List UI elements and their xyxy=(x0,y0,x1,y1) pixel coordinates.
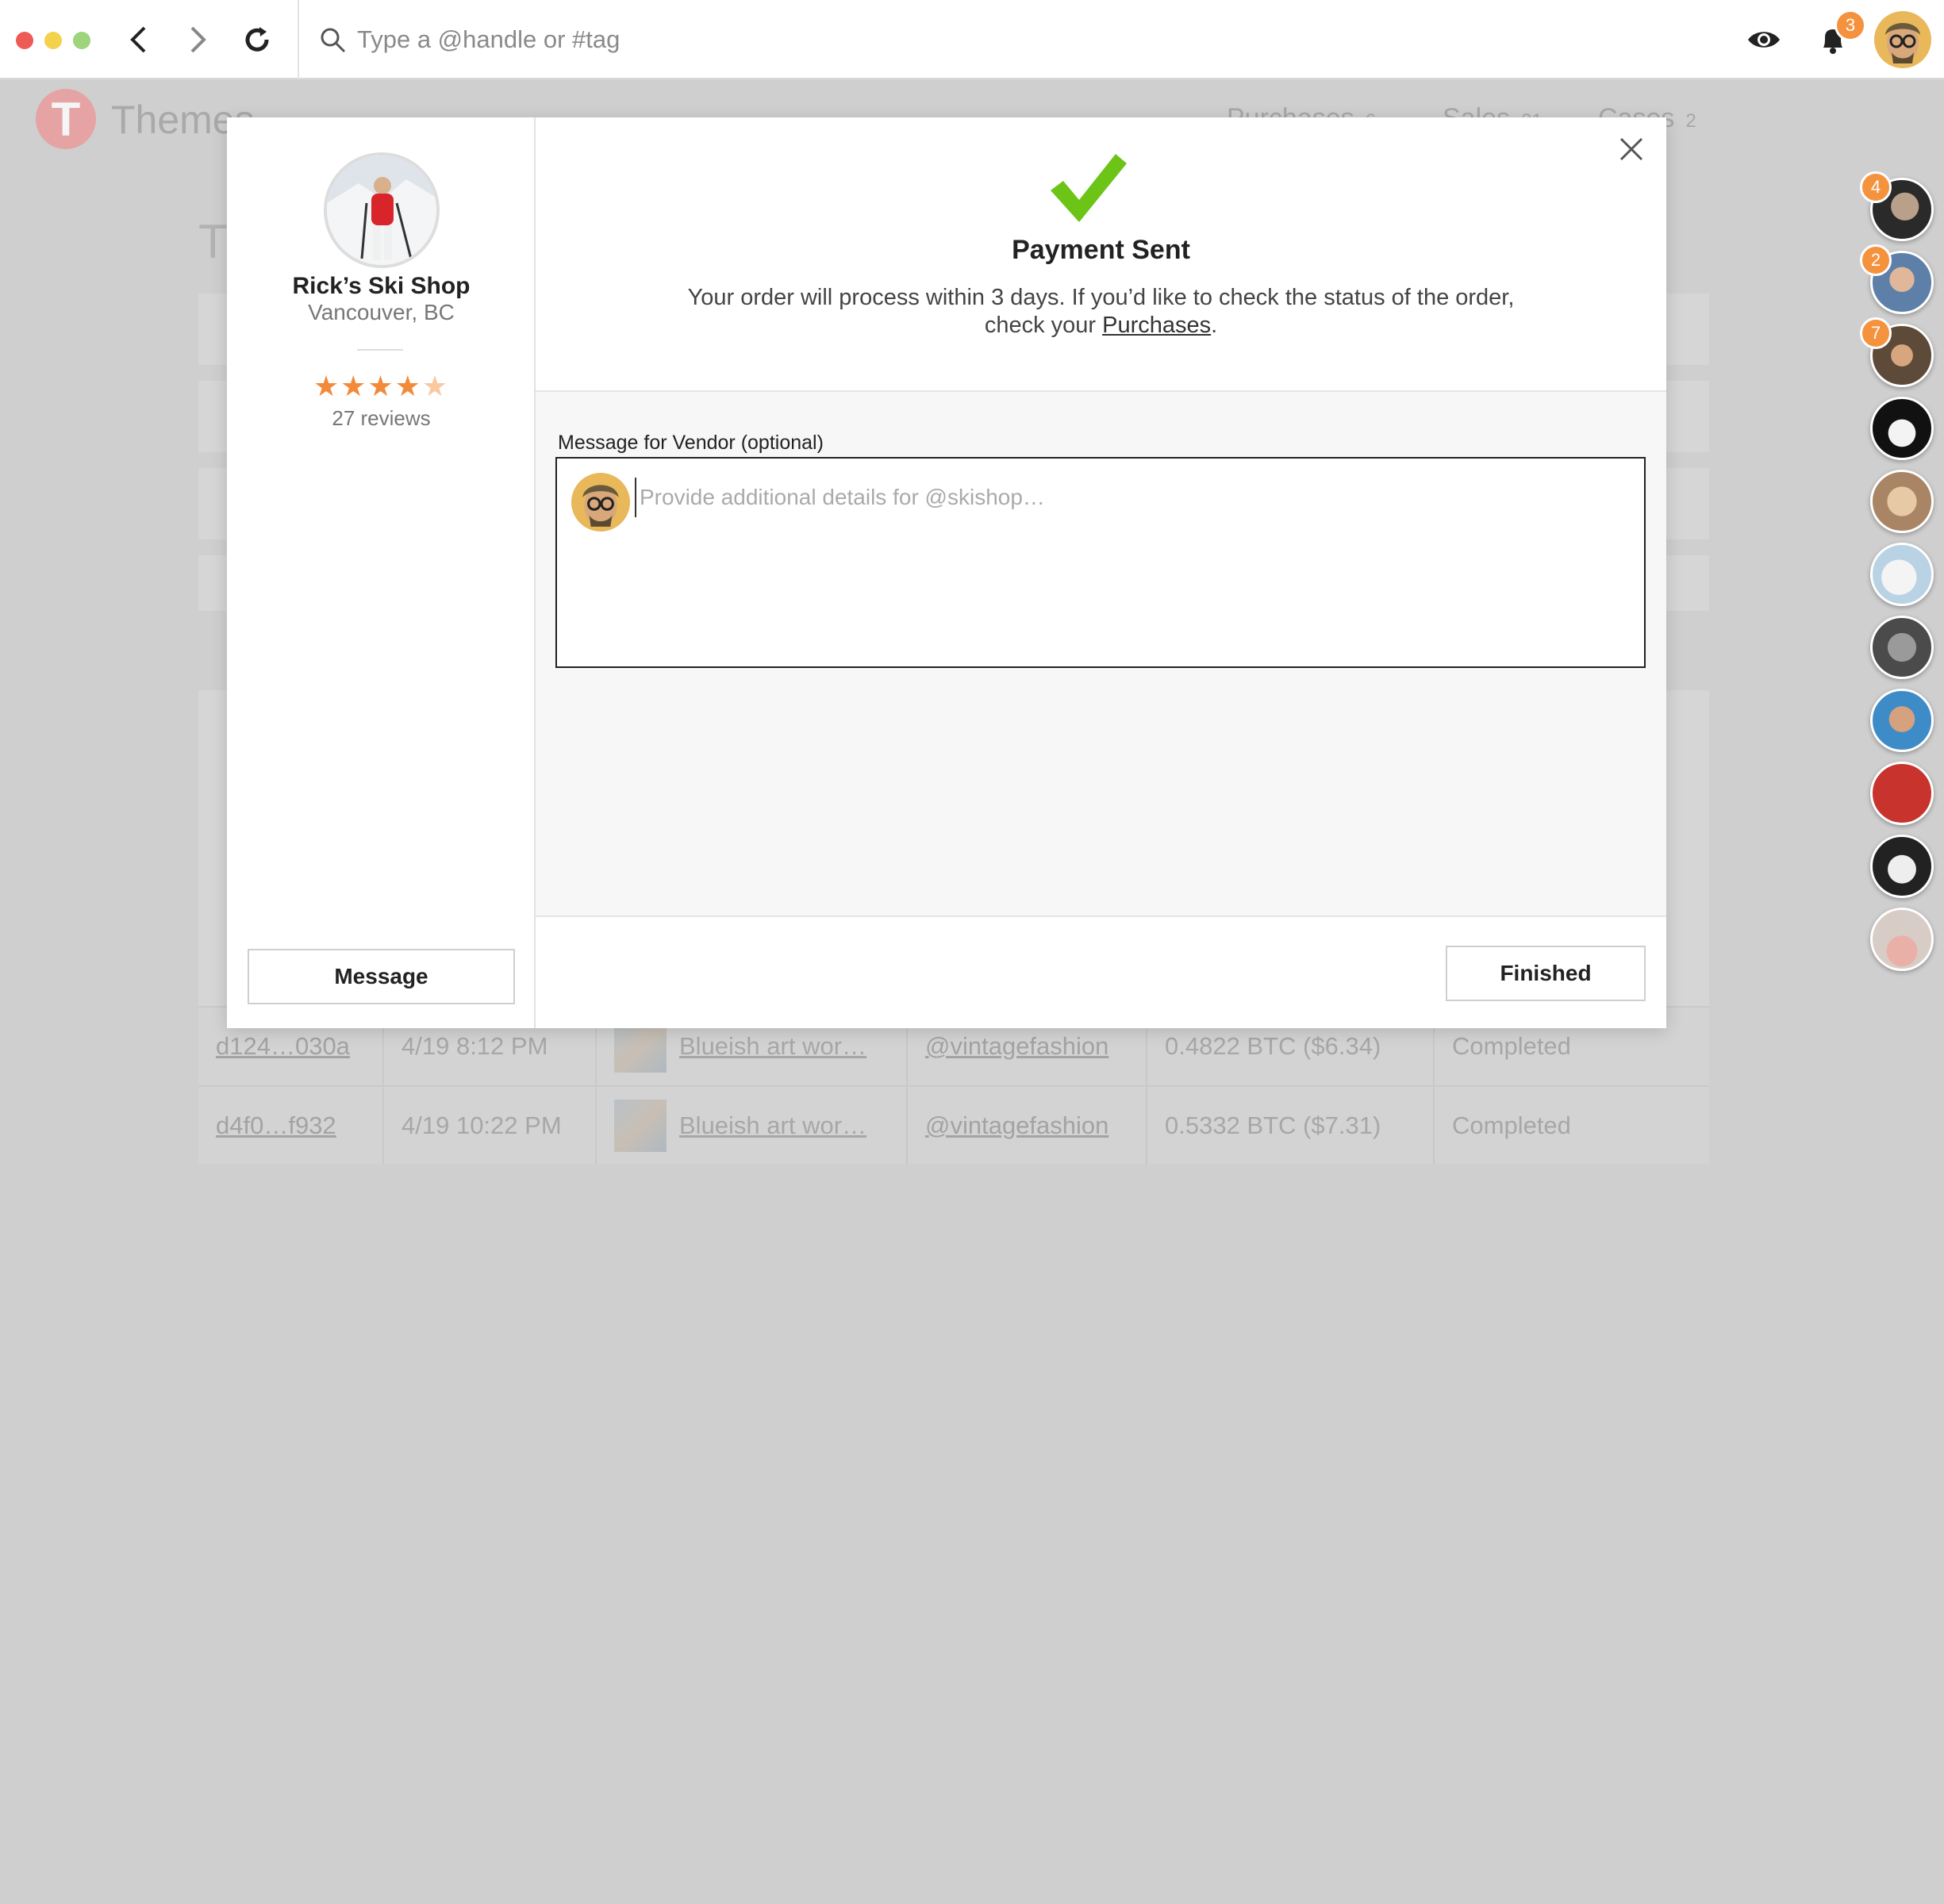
half-star-icon: ★ xyxy=(421,370,450,402)
forward-button[interactable] xyxy=(181,22,216,57)
contact-unread-badge: 2 xyxy=(1860,244,1892,276)
vendor-message-input[interactable] xyxy=(635,478,1627,517)
order-price: 0.5332 BTC ($7.31) xyxy=(1147,1087,1435,1165)
contact-avatar[interactable] xyxy=(1870,470,1934,533)
app-logo: T xyxy=(36,89,96,149)
reload-icon xyxy=(245,27,269,52)
finished-button[interactable]: Finished xyxy=(1446,946,1646,1001)
window-minimize-button[interactable] xyxy=(44,32,62,49)
search-icon xyxy=(321,28,346,53)
order-vendor-link[interactable]: @vintagefashion xyxy=(908,1087,1147,1165)
modal-content: Payment Sent Your order will process wit… xyxy=(536,117,1666,1028)
chevron-left-icon xyxy=(130,26,146,53)
contact-avatar[interactable] xyxy=(1870,835,1934,898)
contact-avatar[interactable] xyxy=(1870,397,1934,460)
order-status: Completed xyxy=(1452,1111,1571,1139)
divider xyxy=(357,349,403,351)
notification-count-badge: 3 xyxy=(1835,10,1866,41)
toolbar-divider xyxy=(298,0,299,79)
eye-icon[interactable] xyxy=(1746,25,1782,54)
contact-avatar[interactable] xyxy=(1870,908,1934,971)
contact-avatar[interactable] xyxy=(1870,762,1934,825)
browser-toolbar: 3 xyxy=(0,0,1944,79)
order-item[interactable]: Blueish art wor… xyxy=(597,1087,908,1165)
contact-avatar[interactable] xyxy=(1870,543,1934,606)
payment-sent-modal: Rick’s Ski Shop Vancouver, BC ★★★★★ 27 r… xyxy=(227,117,1666,1028)
contact-unread-badge: 7 xyxy=(1860,317,1892,349)
table-row[interactable]: d4f0…f932 4/19 10:22 PM Blueish art wor…… xyxy=(198,1085,1709,1165)
vendor-rating-stars: ★★★★★ xyxy=(227,370,536,403)
item-thumbnail xyxy=(614,1100,667,1152)
purchases-link[interactable]: Purchases xyxy=(1102,313,1211,338)
order-id-link[interactable]: d4f0…f932 xyxy=(198,1087,384,1165)
user-avatar[interactable] xyxy=(1874,11,1931,68)
reload-button[interactable] xyxy=(240,22,275,57)
vendor-message-section: Message for Vendor (optional) xyxy=(536,390,1666,917)
close-icon[interactable] xyxy=(1617,135,1646,163)
contact-avatar[interactable] xyxy=(1870,616,1934,679)
contact-avatar[interactable] xyxy=(1870,689,1934,752)
vendor-message-box[interactable] xyxy=(555,457,1646,668)
vendor-panel: Rick’s Ski Shop Vancouver, BC ★★★★★ 27 r… xyxy=(227,117,536,1028)
vendor-message-label: Message for Vendor (optional) xyxy=(558,432,824,454)
vendor-name: Rick’s Ski Shop xyxy=(292,273,471,299)
orders-table: d124…030a 4/19 8:12 PM Blueish art wor… … xyxy=(198,1006,1709,1165)
success-message: Your order will process within 3 days. I… xyxy=(687,285,1515,338)
vendor-avatar[interactable] xyxy=(324,152,440,268)
order-date: 4/19 10:22 PM xyxy=(384,1087,597,1165)
user-avatar-image xyxy=(1874,11,1931,68)
success-title: Payment Sent xyxy=(1012,235,1190,265)
star-icon: ★★★★ xyxy=(313,370,422,402)
user-avatar xyxy=(571,473,630,532)
chevron-right-icon xyxy=(190,26,206,53)
back-button[interactable] xyxy=(121,22,156,57)
contact-unread-badge: 4 xyxy=(1860,171,1892,203)
message-vendor-button[interactable]: Message xyxy=(248,949,515,1004)
vendor-avatar-image xyxy=(327,155,436,265)
vendor-review-count[interactable]: 27 reviews xyxy=(227,406,536,431)
checkmark-icon xyxy=(1051,154,1127,222)
vendor-location: Vancouver, BC xyxy=(308,300,455,324)
window-close-button[interactable] xyxy=(16,32,33,49)
window-maximize-button[interactable] xyxy=(73,32,90,49)
search-input[interactable] xyxy=(357,21,1071,59)
notifications-button[interactable]: 3 xyxy=(1817,10,1866,57)
